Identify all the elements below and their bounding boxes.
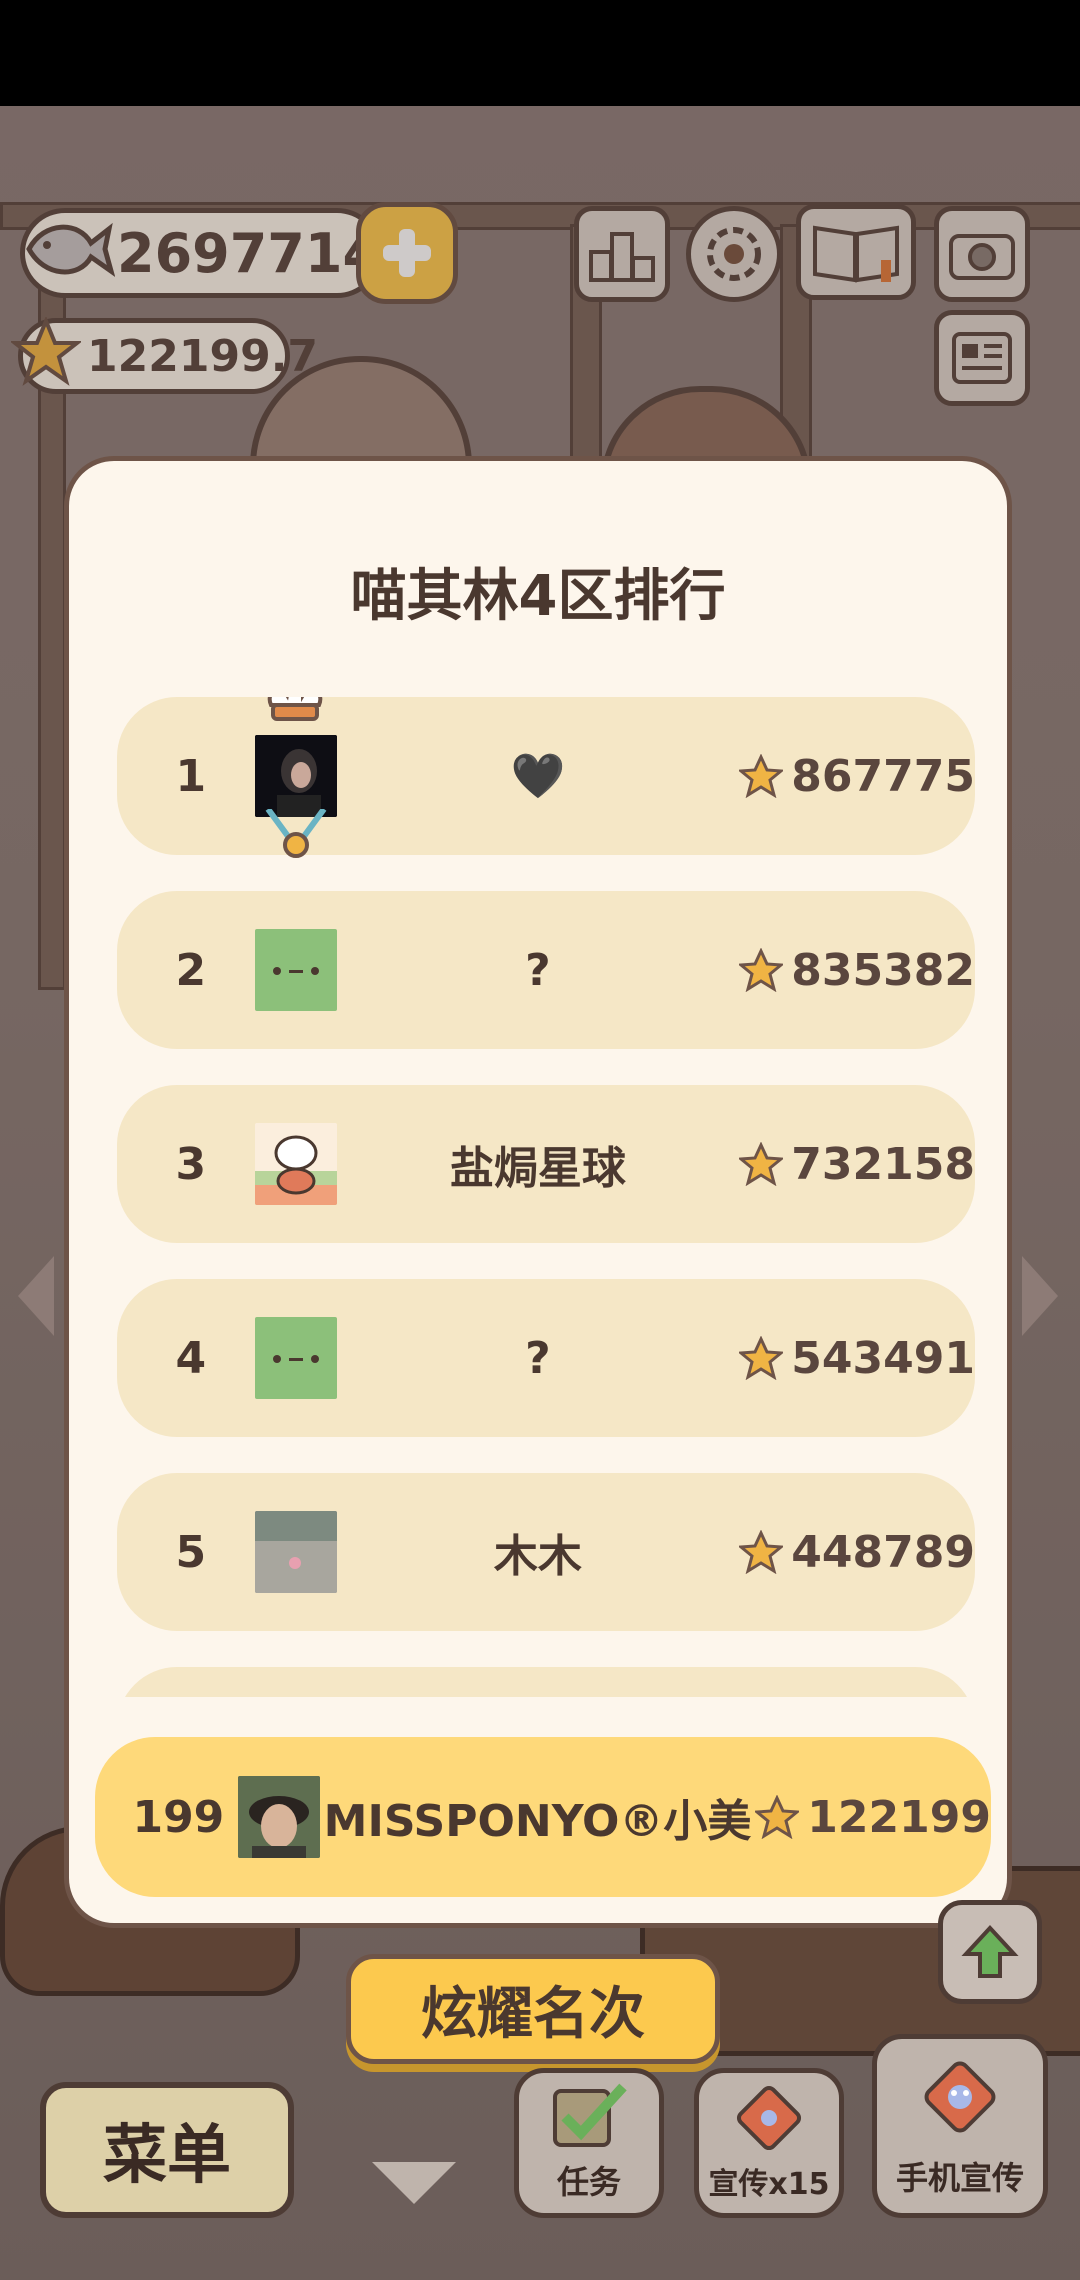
- player-score: 867775: [739, 751, 975, 802]
- avatar: [254, 1123, 337, 1205]
- rank-number: 5: [175, 1526, 207, 1578]
- player-score: 732158: [739, 1139, 975, 1190]
- ranking-dialog: 喵其林4区排行 1 🖤 867775 2 ? 835382 3 盐焗星球 732…: [64, 456, 1012, 1928]
- dialog-title: 喵其林4区排行: [350, 564, 726, 629]
- my-ranking-row[interactable]: 199 MISSPONYO®小美 122199: [95, 1737, 991, 1897]
- score-value: 448789: [791, 1526, 975, 1578]
- player-name: 🖤: [510, 751, 566, 802]
- avatar-wrapper: [254, 697, 337, 858]
- menu-button[interactable]: 菜单: [40, 2082, 294, 2218]
- star-icon: [739, 948, 784, 992]
- player-score: 543491: [739, 1333, 975, 1384]
- star-icon: [739, 1336, 784, 1380]
- ranking-row[interactable]: 1 🖤 867775: [117, 697, 975, 858]
- ranking-row[interactable]: 2 ? 835382: [117, 891, 975, 1049]
- menu-label: 菜单: [103, 2119, 231, 2193]
- star-icon: [755, 1795, 800, 1839]
- phone-promo-label: 手机宣传: [895, 2159, 1024, 2197]
- phone-flyer-icon: [924, 2061, 996, 2133]
- ranking-list[interactable]: 1 🖤 867775 2 ? 835382 3 盐焗星球 732158 4 ? …: [117, 697, 975, 1697]
- rank-number: 1: [175, 750, 207, 802]
- player-name: 木木: [493, 1531, 582, 1582]
- up-arrow-button[interactable]: [938, 1900, 1042, 2004]
- rank-number: 199: [132, 1791, 225, 1843]
- score-value: 867775: [791, 750, 975, 802]
- avatar: [254, 1511, 337, 1593]
- player-name: 盐焗星球: [449, 1143, 626, 1194]
- tasks-button[interactable]: 任务: [514, 2068, 664, 2218]
- flyer-icon: [736, 2085, 802, 2151]
- ranking-row[interactable]: [117, 1667, 975, 1697]
- star-icon: [739, 1142, 784, 1186]
- score-value: 122199: [807, 1791, 991, 1843]
- ranking-row[interactable]: 4 ? 543491: [117, 1279, 975, 1437]
- score-value: 835382: [791, 944, 975, 996]
- show-rank-button[interactable]: 炫耀名次: [346, 1954, 720, 2064]
- my-name: MISSPONYO®小美: [323, 1796, 752, 1847]
- status-bar: [0, 0, 1080, 106]
- rank-number: 3: [175, 1138, 207, 1190]
- collapse-arrow[interactable]: [372, 2162, 456, 2204]
- crown-icon: [267, 697, 322, 721]
- promo-button[interactable]: 宣传x15: [694, 2068, 844, 2218]
- promo-label: 宣传x15: [708, 2167, 830, 2202]
- avatar: [254, 735, 337, 817]
- medal-icon: [265, 809, 326, 858]
- player-score: 448789: [739, 1527, 975, 1578]
- player-name: ?: [525, 944, 551, 996]
- ranking-row[interactable]: 5 木木 448789: [117, 1473, 975, 1631]
- star-icon: [739, 754, 784, 798]
- score-value: 543491: [791, 1332, 975, 1384]
- player-score: 835382: [739, 945, 975, 996]
- avatar: [254, 929, 337, 1011]
- avatar: [254, 1317, 337, 1399]
- phone-promo-button[interactable]: 手机宣传: [872, 2034, 1048, 2218]
- my-score: 122199: [755, 1792, 991, 1843]
- score-value: 732158: [791, 1138, 975, 1190]
- up-arrow-icon: [961, 1925, 1019, 1978]
- tasks-label: 任务: [556, 2163, 621, 2201]
- ranking-row[interactable]: 3 盐焗星球 732158: [117, 1085, 975, 1243]
- star-icon: [739, 1530, 784, 1574]
- checkbox-icon: [553, 2083, 627, 2147]
- avatar: [237, 1776, 320, 1858]
- rank-number: 4: [175, 1332, 207, 1384]
- player-name: ?: [525, 1332, 551, 1384]
- rank-number: 2: [175, 944, 207, 996]
